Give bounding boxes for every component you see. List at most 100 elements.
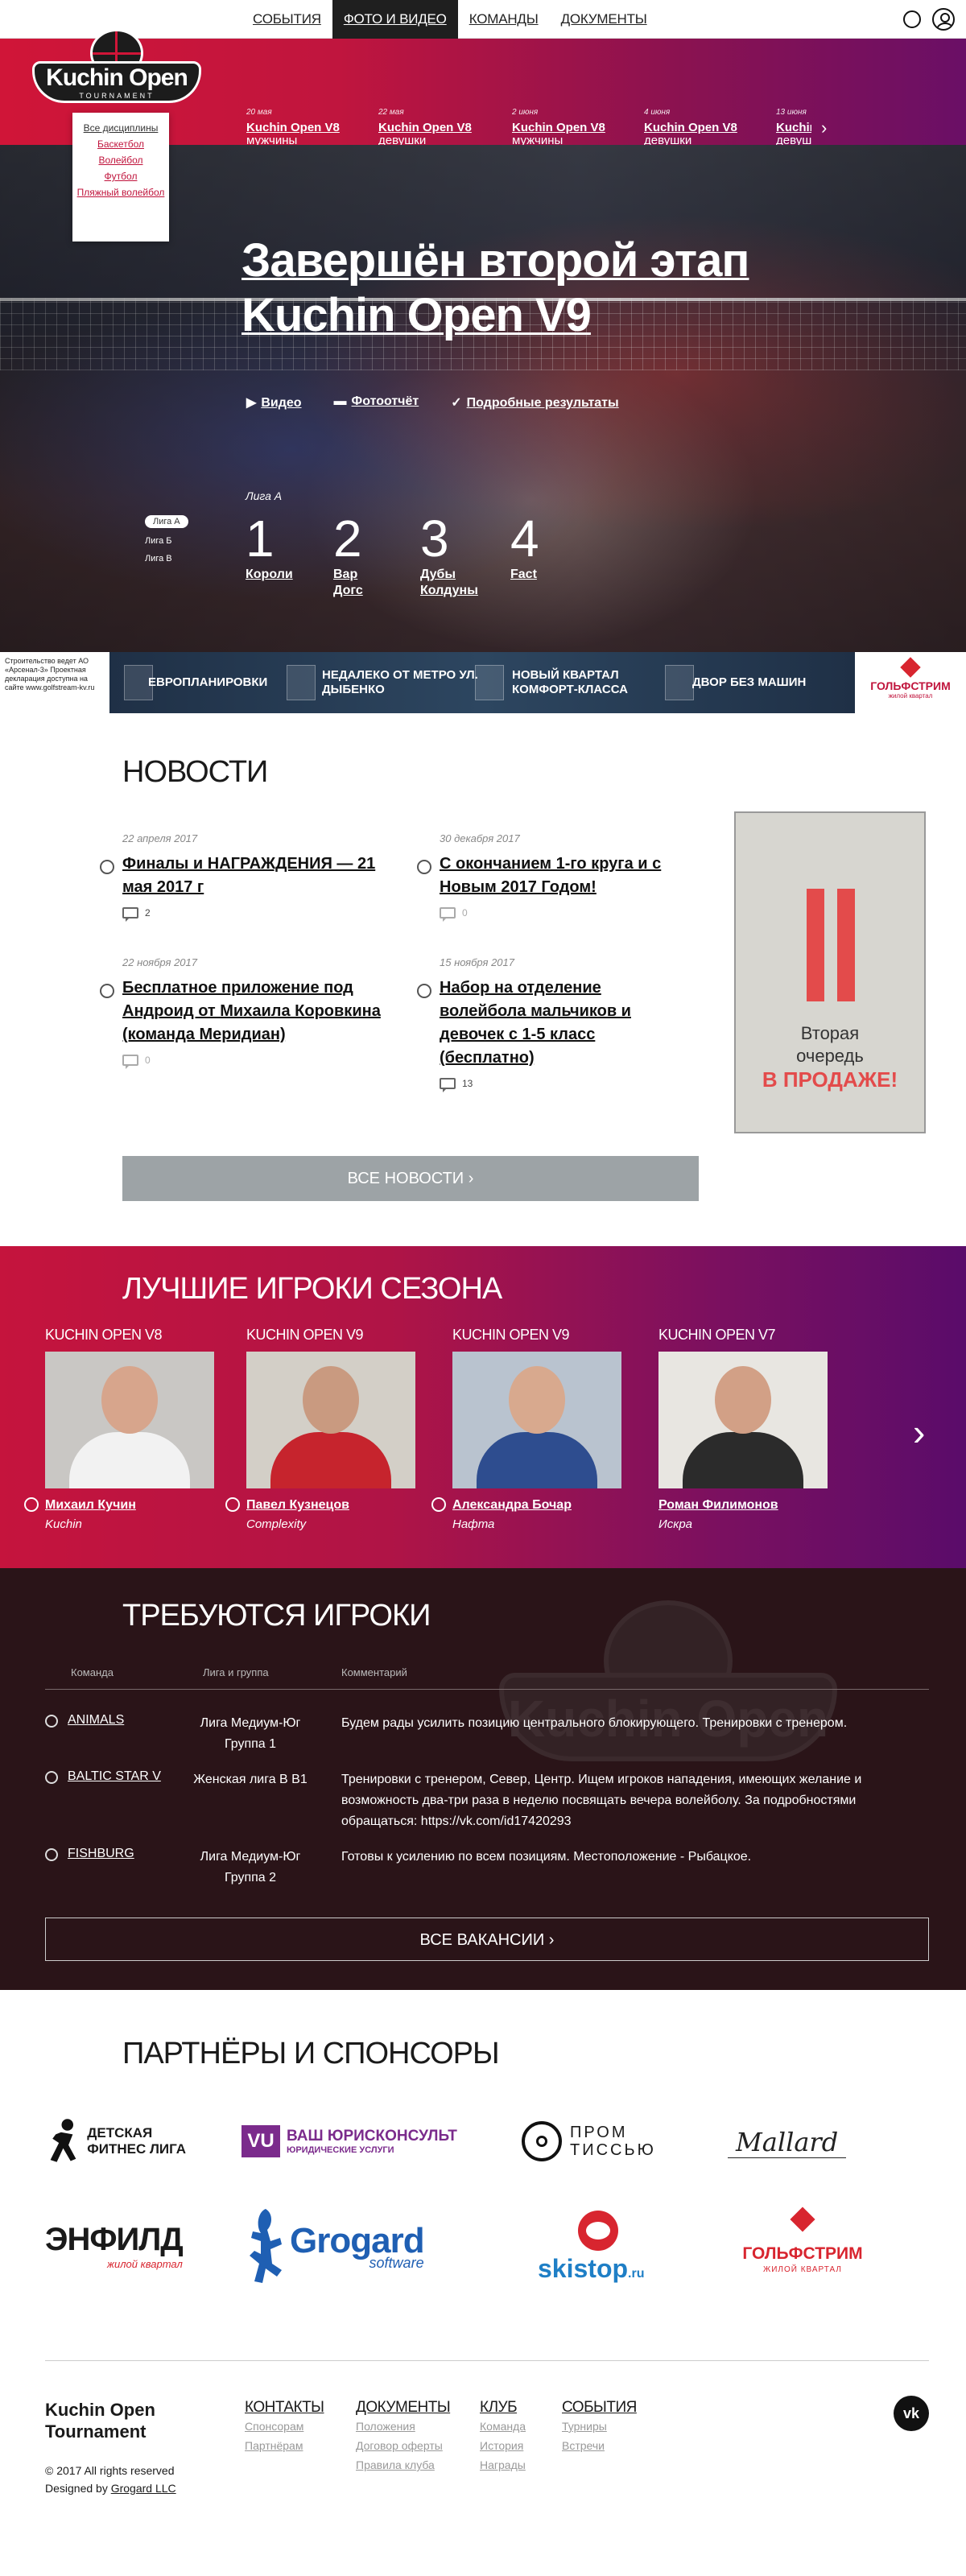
news-date: 22 апреля 2017 — [122, 832, 198, 844]
col-header-team: Команда — [71, 1666, 114, 1678]
ranking-team-link[interactable]: Короли — [246, 567, 326, 583]
ad-item: Новый квартал комфорт-класса — [512, 668, 629, 696]
event-date: 2 июня — [512, 108, 539, 117]
designer-link[interactable]: Grogard LLC — [111, 2482, 176, 2495]
league-c-tab[interactable]: Лига В — [145, 554, 188, 564]
volleyball-icon — [417, 984, 431, 998]
all-vacancies-button[interactable]: Все вакансии › — [45, 1918, 929, 1961]
partner-logo[interactable]: Grogard software — [242, 2206, 451, 2286]
discipline-beach-volleyball[interactable]: Пляжный волейбол — [76, 187, 166, 198]
checklist-icon: ✓ — [451, 396, 462, 410]
footer-link[interactable]: Партнёрам — [245, 2436, 324, 2455]
news-item[interactable]: 15 ноября 2017 Набор на отделение волейб… — [417, 956, 681, 1092]
player-name[interactable]: Роман Филимонов — [658, 1498, 828, 1513]
hero-title[interactable]: Завершён второй этап Kuchin Open V9 — [242, 233, 749, 343]
search-icon[interactable] — [903, 10, 921, 28]
runner-icon — [50, 2119, 76, 2162]
footer-heading[interactable]: Клуб — [480, 2399, 526, 2417]
logo-text: Kuchin Open — [46, 64, 188, 91]
partner-logo[interactable]: ЭНФИЛД жилой квартал — [45, 2206, 222, 2286]
ad-item: Европланировки — [148, 675, 268, 689]
partner-logo[interactable]: VU ВАШ ЮРИСКОНСУЛЬТ ЮРИДИЧЕСКИЕ УСЛУГИ — [242, 2101, 483, 2182]
footer-link[interactable]: Положения — [356, 2417, 450, 2436]
partner-logo[interactable]: Mallard — [728, 2098, 857, 2186]
side-ad-banner[interactable]: Вторая очередь В ПРОДАЖЕ! — [734, 811, 926, 1133]
news-title-link[interactable]: Финалы и НАГРАЖДЕНИЯ — 21 мая 2017 г — [122, 852, 388, 899]
player-card[interactable]: Kuchin Open V8 Михаил Кучин Kuchin — [24, 1327, 214, 1531]
footer-link[interactable]: Договор оферты — [356, 2436, 450, 2455]
team-link[interactable]: FISHBURG — [68, 1847, 134, 1861]
discipline-volleyball[interactable]: Волейбол — [76, 155, 166, 166]
discipline-basketball[interactable]: Баскетбол — [76, 138, 166, 150]
team-link[interactable]: ANIMALS — [68, 1713, 124, 1728]
player-photo — [45, 1352, 214, 1488]
news-title-link[interactable]: Бесплатное приложение под Андроид от Мих… — [122, 976, 388, 1046]
comment-icon — [440, 907, 456, 922]
nav-events[interactable]: События — [242, 0, 332, 39]
partner-logo[interactable]: ПРОМ ТИССЬЮ — [522, 2101, 683, 2182]
comment-icon — [122, 1055, 138, 1069]
video-link[interactable]: ▶ Видео — [246, 394, 302, 411]
volleyball-icon — [100, 860, 114, 874]
player-name[interactable]: Михаил Кучин — [45, 1498, 214, 1513]
player-name[interactable]: Александра Бочар — [452, 1498, 621, 1513]
news-title-link[interactable]: С окончанием 1-го круга и с Новым 2017 Г… — [440, 852, 705, 899]
event-card[interactable]: 22 мая Kuchin Open V8 девушки — [378, 108, 491, 147]
results-link[interactable]: ✓ Подробные результаты — [451, 394, 618, 411]
news-title-link[interactable]: Набор на отделение волейбола мальчиков и… — [440, 976, 681, 1070]
league-a-tab[interactable]: Лига А — [145, 515, 188, 528]
news-item[interactable]: 22 апреля 2017 Финалы и НАГРАЖДЕНИЯ — 21… — [100, 832, 388, 922]
footer-link[interactable]: Спонсорам — [245, 2417, 324, 2436]
player-card[interactable]: Kuchin Open V9 Александра Бочар Нафта — [431, 1327, 621, 1531]
col-header-comment: Комментарий — [341, 1666, 407, 1678]
chevron-right-icon[interactable]: › — [821, 118, 827, 138]
footer-col-club: Клуб Команда История Награды — [480, 2399, 526, 2475]
news-date: 22 ноября 2017 — [122, 956, 197, 968]
partner-logo[interactable]: skistop.ru — [538, 2206, 667, 2294]
comments-count: 0 — [122, 1055, 388, 1069]
footer-heading[interactable]: Документы — [356, 2399, 451, 2417]
news-item[interactable]: 22 ноября 2017 Бесплатное приложение под… — [100, 956, 388, 1069]
league-b-tab[interactable]: Лига Б — [145, 536, 188, 546]
chevron-right-icon[interactable]: › — [913, 1410, 925, 1454]
nav-teams[interactable]: Команды — [458, 0, 550, 39]
discipline-football[interactable]: Футбол — [76, 171, 166, 182]
player-tournament: Kuchin Open V9 — [452, 1327, 570, 1343]
event-card[interactable]: 4 июня Kuchin Open V8 девушки — [644, 108, 757, 147]
ranking-team-link[interactable]: Дубы Колдуны — [420, 567, 478, 599]
discipline-all[interactable]: Все дисциплины — [76, 122, 166, 134]
footer-link[interactable]: Встречи — [562, 2436, 637, 2455]
ranking-item: 2 Вар Догс — [333, 510, 414, 599]
player-card[interactable]: Kuchin Open V9 Павел Кузнецов Complexity — [225, 1327, 415, 1531]
footer-link[interactable]: Награды — [480, 2455, 526, 2475]
footer-link[interactable]: Правила клуба — [356, 2455, 450, 2475]
vk-icon[interactable]: vk — [894, 2396, 929, 2431]
ranking-team-link[interactable]: Fact — [510, 567, 591, 583]
footer-link[interactable]: История — [480, 2436, 526, 2455]
player-name[interactable]: Павел Кузнецов — [246, 1498, 415, 1513]
nav-photo-video[interactable]: Фото и видео — [332, 0, 458, 39]
footer-link[interactable]: Турниры — [562, 2417, 637, 2436]
news-item[interactable]: 30 декабря 2017 С окончанием 1-го круга … — [417, 832, 705, 922]
footer-brand: Kuchin Open Tournament — [45, 2400, 155, 2442]
footer-link[interactable]: Команда — [480, 2417, 526, 2436]
team-link[interactable]: BALTIC STAR V — [68, 1769, 161, 1784]
partner-logo[interactable]: ДЕТСКАЯ ФИТНЕС ЛИГА — [45, 2101, 198, 2182]
golfstream-logo: ГОЛЬФСТРИМ жилой квартал — [855, 652, 966, 713]
all-news-button[interactable]: Все новости › — [122, 1156, 699, 1201]
ranking-team-link[interactable]: Вар Догс — [333, 567, 382, 599]
user-icon[interactable] — [932, 8, 955, 31]
side-ad-text: Вторая очередь — [796, 1023, 864, 1066]
player-card[interactable]: Kuchin Open V7 Роман Филимонов Искра — [658, 1327, 828, 1531]
event-card[interactable]: 13 июня Kuchin Open V8 девушки — [776, 108, 811, 147]
partner-logo[interactable]: ГОЛЬФСТРИМ ЖИЛОЙ КВАРТАЛ — [734, 2206, 871, 2294]
event-name: Kuchin Open V8 — [512, 121, 605, 134]
site-logo[interactable]: Kuchin Open TOURNAMENT — [32, 29, 201, 119]
event-card[interactable]: 2 июня Kuchin Open V8 мужчины — [512, 108, 625, 147]
nav-documents[interactable]: Документы — [550, 0, 658, 39]
photo-report-link[interactable]: ▬ Фотоотчёт — [334, 394, 419, 411]
ad-banner[interactable]: Строительство ведет АО «Арсенал-3» Проек… — [0, 652, 966, 713]
footer-heading[interactable]: Контакты — [245, 2399, 324, 2417]
event-card[interactable]: 20 мая Kuchin Open V8 мужчины — [246, 108, 359, 147]
footer-heading[interactable]: События — [562, 2399, 637, 2417]
